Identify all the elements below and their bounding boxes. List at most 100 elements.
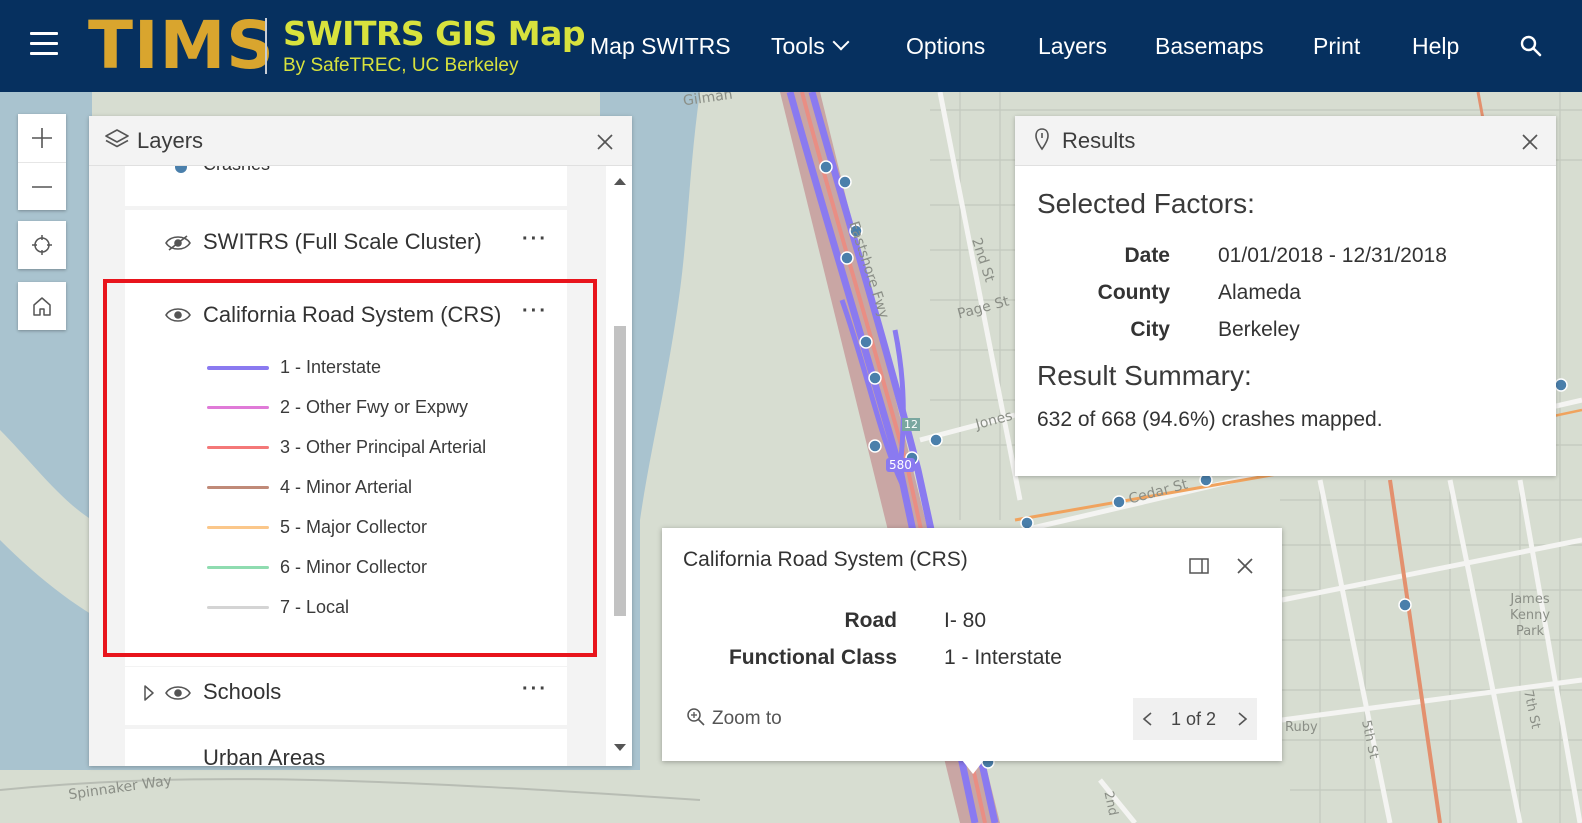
- map-label-ruby: Ruby: [1285, 720, 1318, 735]
- factor-value-county: Alameda: [1218, 281, 1301, 304]
- layers-icon: [105, 129, 129, 148]
- results-panel: Results Selected Factors: Date 01/01/201…: [1015, 116, 1556, 476]
- results-panel-title: Results: [1062, 128, 1136, 153]
- popup-value-road: I- 80: [944, 609, 987, 632]
- layer-card-urban-areas: Urban Areas: [125, 729, 567, 766]
- app-title: SWITRS GIS Map: [283, 14, 585, 53]
- subtitle-org: SafeTREC, UC Berkeley: [310, 55, 519, 76]
- factor-key-county: County: [1097, 281, 1170, 304]
- legend-line-swatch: [207, 446, 269, 449]
- layer-options-menu[interactable]: ···: [522, 229, 548, 249]
- factor-key-city: City: [1130, 318, 1170, 341]
- result-summary-text: 632 of 668 (94.6%) crashes mapped.: [1037, 408, 1383, 431]
- layers-panel: Layers Crashes SWITRS (Full Scale Cluste…: [89, 116, 632, 766]
- dock-popup-icon[interactable]: [1189, 558, 1209, 574]
- legend-line-swatch: [207, 526, 269, 529]
- layer-options-menu[interactable]: ···: [522, 679, 548, 699]
- home-control: [18, 282, 66, 330]
- layer-name-schools[interactable]: Schools: [203, 679, 281, 705]
- legend-label: 2 - Other Fwy or Expwy: [280, 397, 469, 417]
- locate-control: [18, 221, 66, 269]
- close-icon[interactable]: [1236, 557, 1254, 575]
- scroll-up-arrow-icon[interactable]: [614, 178, 626, 185]
- layers-panel-title: Layers: [137, 128, 204, 153]
- app-header: TIMS SWITRS GIS Map By SafeTREC, UC Berk…: [0, 0, 1582, 92]
- legend-line-swatch: [207, 606, 269, 609]
- route-shield-580: 580: [886, 458, 915, 472]
- layer-options-menu[interactable]: ···: [522, 301, 548, 321]
- popup-key-road: Road: [844, 609, 898, 632]
- close-icon[interactable]: [596, 133, 614, 151]
- nav-print[interactable]: Print: [1313, 0, 1360, 92]
- pager-count: 1 of 2: [1171, 709, 1217, 729]
- results-pin-icon: [1035, 128, 1049, 151]
- zoom-magnifier-icon: [687, 708, 705, 726]
- layer-name-urban-areas[interactable]: Urban Areas: [203, 745, 325, 766]
- factor-value-date: 01/01/2018 - 12/31/2018: [1218, 244, 1447, 267]
- nav-basemaps[interactable]: Basemaps: [1155, 0, 1264, 92]
- nav-tools-label: Tools: [771, 33, 825, 59]
- layers-scrollbar[interactable]: [606, 166, 632, 766]
- layer-card-crashes: Crashes: [125, 166, 567, 206]
- subtitle-prefix: By: [283, 55, 311, 76]
- selected-factors-heading: Selected Factors:: [1037, 188, 1255, 219]
- legend-label: 6 - Minor Collector: [280, 557, 428, 577]
- legend-label: 7 - Local: [280, 597, 350, 617]
- brand-logo[interactable]: TIMS: [88, 12, 275, 80]
- nav-options[interactable]: Options: [906, 0, 985, 92]
- zoom-out-button[interactable]: [18, 162, 66, 210]
- zoom-controls: [18, 114, 66, 210]
- close-icon[interactable]: [1521, 133, 1539, 151]
- scroll-thumb[interactable]: [614, 326, 626, 616]
- legend-line-swatch: [207, 366, 269, 370]
- popup-pager: 1 of 2: [1133, 698, 1257, 740]
- visibility-eye-icon[interactable]: [165, 306, 191, 324]
- legend-line-swatch: [207, 566, 269, 569]
- route-shield-12: 12: [902, 418, 920, 431]
- legend-label: 5 - Major Collector: [280, 517, 428, 537]
- popup-key-functional-class: Functional Class: [728, 646, 897, 669]
- popup-title: California Road System (CRS): [683, 548, 968, 571]
- previous-feature-icon[interactable]: [1141, 712, 1155, 726]
- home-button[interactable]: [18, 282, 66, 330]
- expand-caret-icon[interactable]: [143, 684, 155, 702]
- legend-label-crashes: Crashes: [203, 166, 270, 175]
- app-subtitle: By SafeTREC, UC Berkeley: [283, 54, 518, 78]
- layer-name-crs[interactable]: California Road System (CRS): [203, 302, 501, 328]
- next-feature-icon[interactable]: [1235, 712, 1249, 726]
- nav-layers[interactable]: Layers: [1038, 0, 1107, 92]
- popup-pointer: [962, 760, 984, 774]
- search-icon[interactable]: [1519, 34, 1543, 58]
- nav-tools[interactable]: Tools: [771, 0, 850, 92]
- brand-divider: [265, 18, 267, 74]
- scroll-down-arrow-icon[interactable]: [614, 744, 626, 751]
- locate-button[interactable]: [18, 221, 66, 269]
- zoom-out-icon: [32, 185, 52, 188]
- legend-label: 3 - Other Principal Arterial: [280, 437, 487, 457]
- visibility-eye-icon[interactable]: [165, 234, 191, 252]
- locate-icon: [32, 235, 52, 255]
- legend-label: 1 - Interstate: [280, 357, 382, 377]
- hamburger-menu-icon[interactable]: [30, 32, 58, 56]
- factor-value-city: Berkeley: [1218, 318, 1300, 341]
- layers-panel-header: Layers: [89, 116, 632, 166]
- results-panel-header: Results: [1015, 116, 1556, 166]
- visibility-eye-icon[interactable]: [165, 684, 191, 702]
- result-summary-heading: Result Summary:: [1037, 360, 1252, 391]
- nav-help[interactable]: Help: [1412, 0, 1459, 92]
- layer-card-crs: California Road System (CRS) ··· 1 - Int…: [125, 282, 567, 666]
- zoom-to-label: Zoom to: [712, 708, 782, 729]
- zoom-in-button[interactable]: [18, 114, 66, 162]
- nav-map-switrs[interactable]: Map SWITRS: [590, 0, 731, 92]
- legend-label: 4 - Minor Arterial: [280, 477, 413, 497]
- crash-point-swatch: [175, 166, 187, 173]
- popup-value-functional-class: 1 - Interstate: [944, 646, 1062, 669]
- layer-name-switrs[interactable]: SWITRS (Full Scale Cluster): [203, 229, 482, 255]
- zoom-to-button[interactable]: Zoom to: [686, 707, 782, 730]
- feature-popup: California Road System (CRS) Road I- 80 …: [662, 528, 1282, 761]
- layers-list: Crashes SWITRS (Full Scale Cluster) ··· …: [89, 166, 632, 766]
- layer-card-switrs: SWITRS (Full Scale Cluster) ···: [125, 210, 567, 280]
- home-icon: [33, 297, 51, 316]
- map-label-park: James Kenny Park: [1509, 592, 1551, 639]
- chevron-down-icon: [832, 33, 850, 51]
